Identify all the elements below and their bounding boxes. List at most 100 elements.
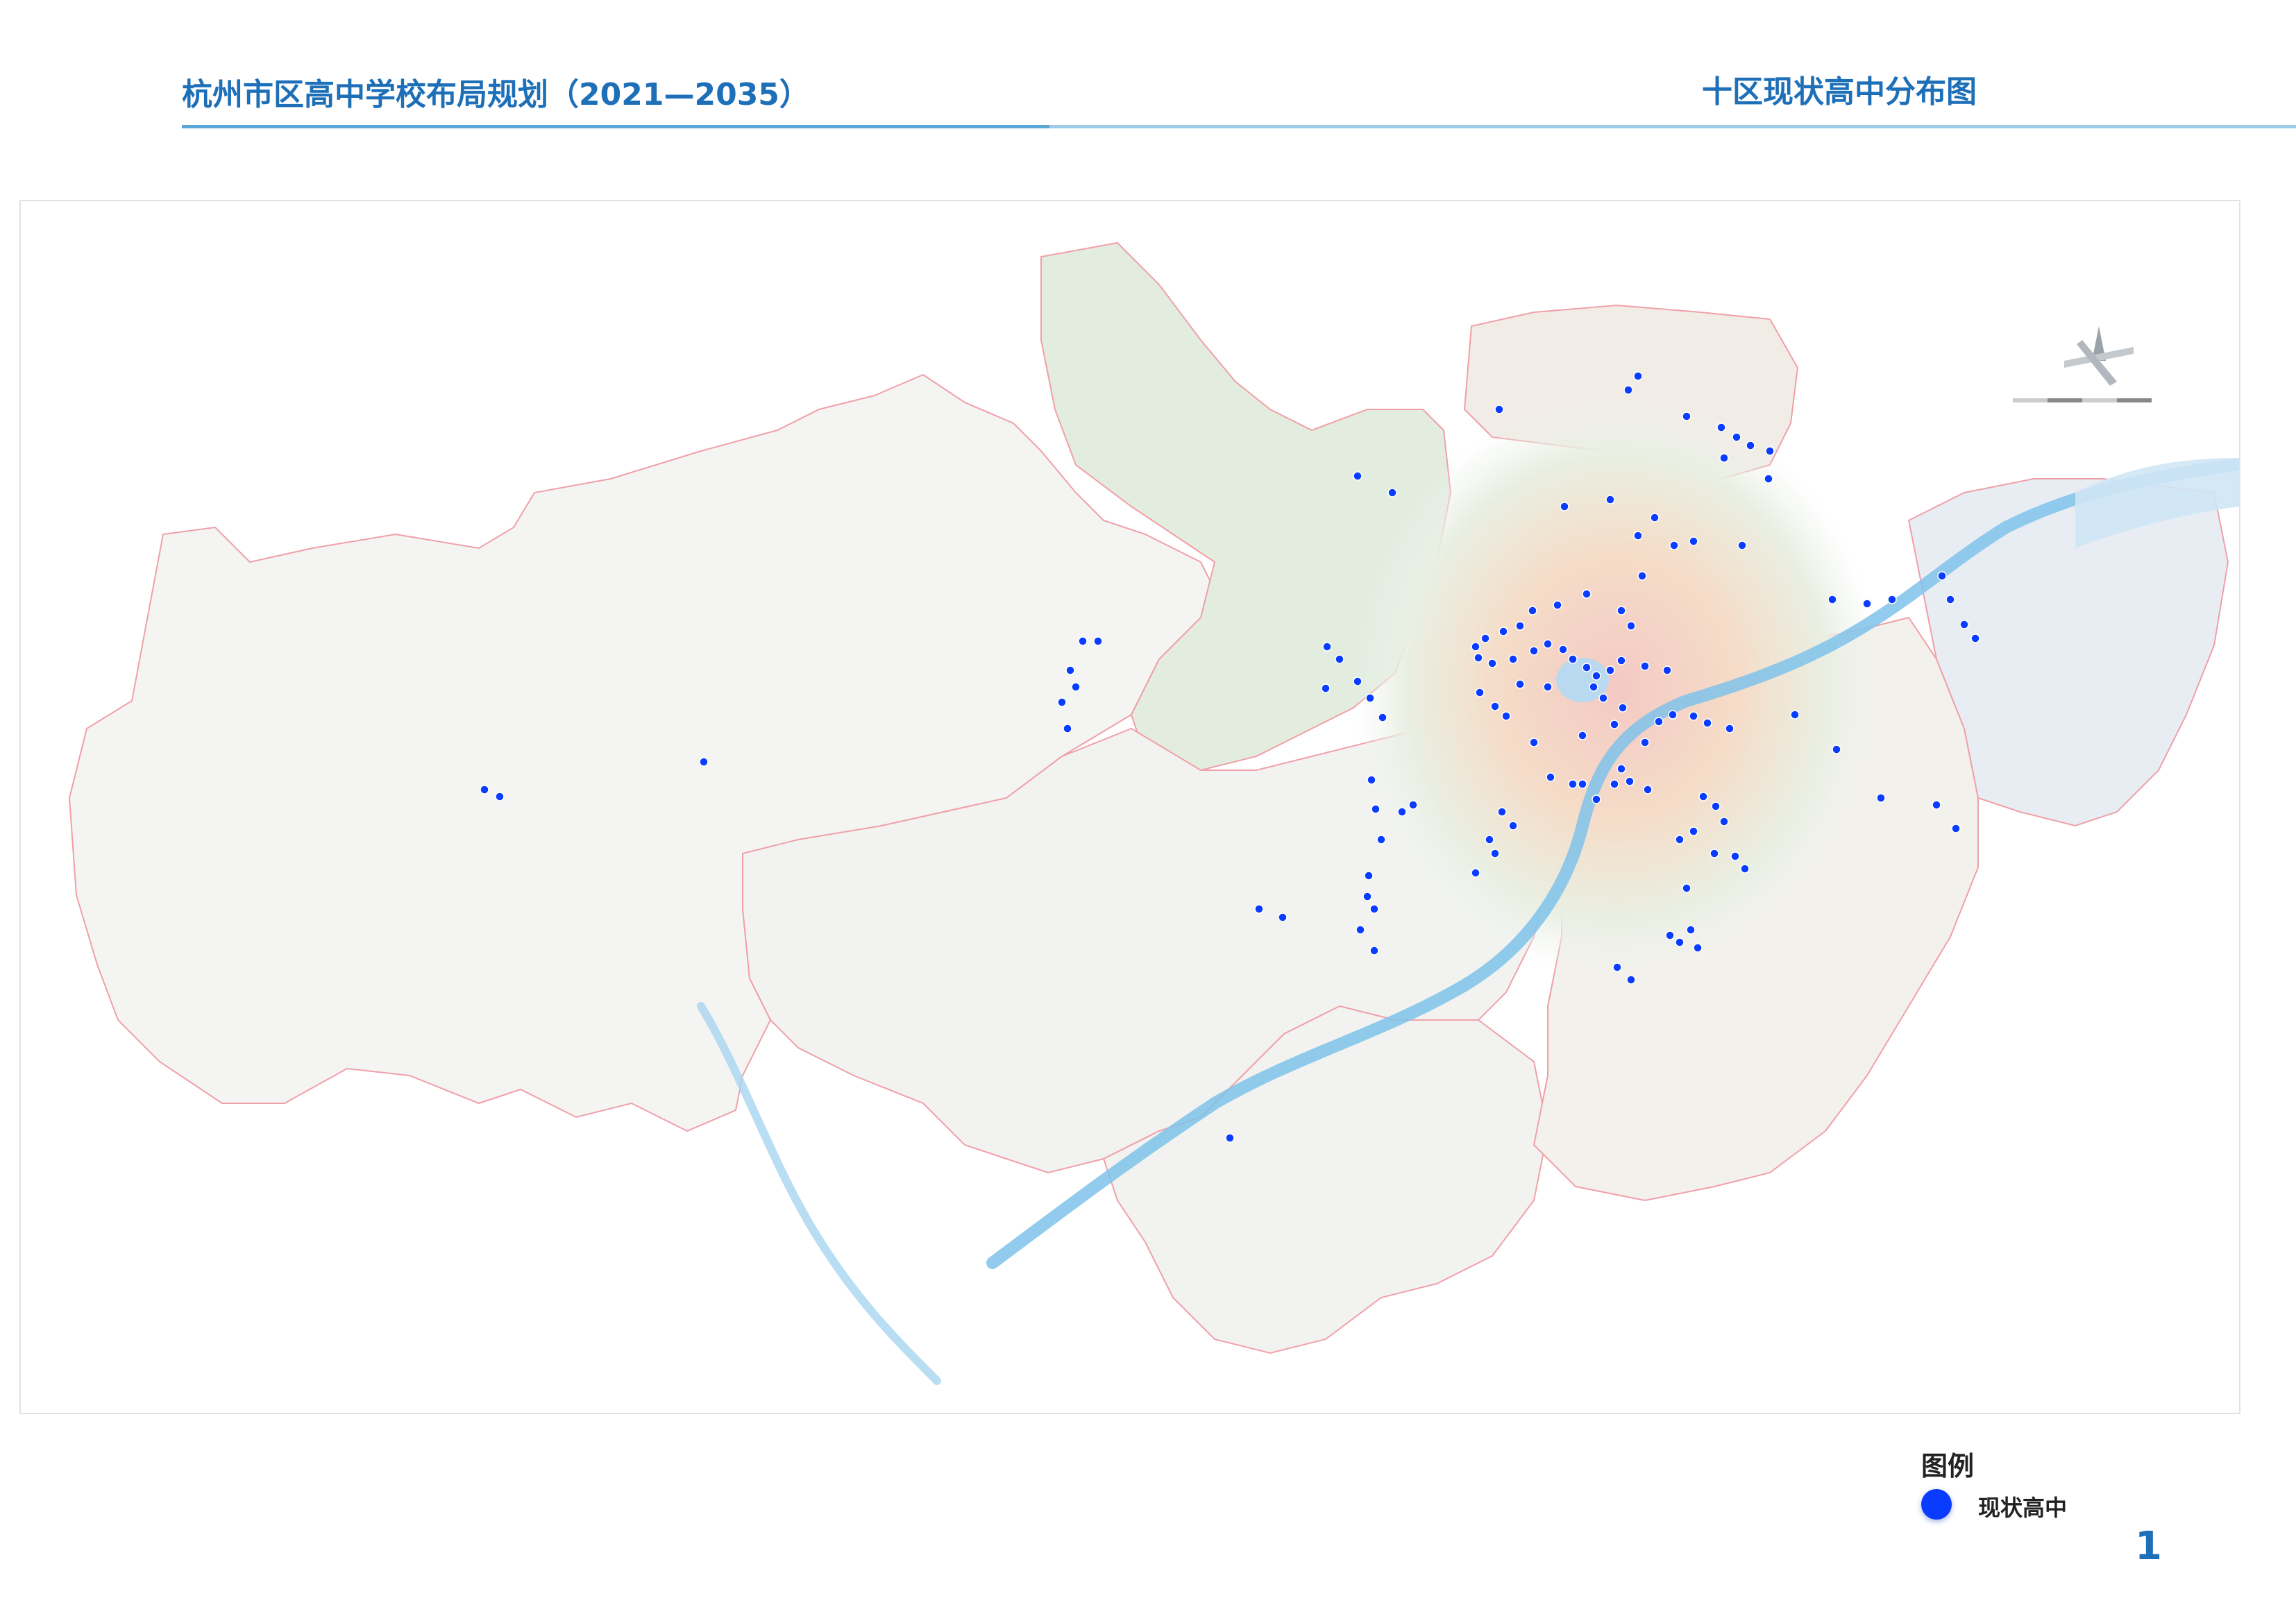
school-marker[interactable] [1365,693,1375,703]
school-marker[interactable] [1716,423,1726,432]
school-marker[interactable] [1970,634,1980,643]
school-marker[interactable] [1485,835,1494,844]
school-marker[interactable] [1710,849,1719,858]
school-marker[interactable] [1612,962,1622,972]
school-marker[interactable] [1515,679,1525,689]
school-marker[interactable] [1335,654,1344,664]
school-marker[interactable] [1471,868,1480,878]
school-marker[interactable] [1689,536,1698,546]
school-marker[interactable] [1654,717,1664,726]
school-marker[interactable] [1378,713,1387,722]
school-marker[interactable] [1637,571,1647,581]
school-marker[interactable] [1568,779,1578,789]
map-frame[interactable] [19,200,2240,1414]
school-marker[interactable] [1625,776,1635,786]
school-marker[interactable] [1278,912,1288,922]
school-marker[interactable] [1387,488,1397,498]
school-marker[interactable] [1887,595,1897,604]
school-marker[interactable] [1490,849,1500,858]
school-marker[interactable] [1367,775,1376,785]
school-marker[interactable] [1623,385,1633,395]
school-marker[interactable] [1693,943,1703,953]
school-marker[interactable] [1474,653,1483,663]
school-marker[interactable] [1582,663,1592,672]
school-marker[interactable] [1546,772,1555,782]
school-marker[interactable] [1515,621,1525,631]
school-marker[interactable] [1618,703,1628,713]
school-marker[interactable] [1633,371,1643,381]
school-marker[interactable] [1397,807,1407,817]
school-marker[interactable] [1475,688,1485,697]
district-map[interactable] [21,201,2239,1413]
school-marker[interactable] [1529,646,1539,656]
school-marker[interactable] [1737,541,1747,550]
school-marker[interactable] [1353,677,1362,686]
school-marker[interactable] [1698,792,1708,801]
school-marker[interactable] [1951,824,1961,833]
school-marker[interactable] [1543,639,1553,649]
school-marker[interactable] [1610,720,1619,729]
school-marker[interactable] [1369,946,1379,955]
school-marker[interactable] [1356,925,1365,935]
school-marker[interactable] [1605,665,1615,675]
school-marker[interactable] [1669,541,1679,550]
school-marker[interactable] [1640,738,1650,747]
school-marker[interactable] [1497,807,1507,817]
school-marker[interactable] [1376,835,1386,844]
school-marker[interactable] [1959,620,1969,629]
school-marker[interactable] [1675,835,1685,844]
school-marker[interactable] [480,785,489,794]
school-marker[interactable] [1362,892,1372,901]
school-marker[interactable] [1945,595,1955,604]
school-marker[interactable] [1501,711,1511,721]
school-marker[interactable] [1650,513,1660,522]
school-marker[interactable] [1764,474,1773,484]
school-marker[interactable] [699,757,709,767]
school-marker[interactable] [1719,817,1729,826]
school-marker[interactable] [1732,432,1741,442]
school-marker[interactable] [1553,600,1562,610]
school-marker[interactable] [1063,724,1072,733]
school-marker[interactable] [1746,441,1755,450]
school-marker[interactable] [1508,821,1518,831]
school-marker[interactable] [1689,711,1698,721]
school-marker[interactable] [1668,710,1678,720]
school-marker[interactable] [1508,654,1518,664]
school-marker[interactable] [1682,411,1691,421]
school-marker[interactable] [1626,621,1636,631]
school-marker[interactable] [1487,658,1497,668]
school-marker[interactable] [1626,975,1636,985]
school-marker[interactable] [1689,826,1698,836]
school-marker[interactable] [1937,571,1947,581]
school-marker[interactable] [1490,702,1500,711]
school-marker[interactable] [1071,682,1081,692]
school-marker[interactable] [1640,661,1650,671]
school-marker[interactable] [1876,793,1886,803]
school-marker[interactable] [1643,785,1653,794]
school-marker[interactable] [1408,800,1418,810]
school-marker[interactable] [1578,779,1587,789]
school-marker[interactable] [1932,800,1941,810]
school-marker[interactable] [1568,654,1578,664]
school-marker[interactable] [1617,606,1626,615]
school-marker[interactable] [1371,804,1381,814]
school-marker[interactable] [1832,745,1841,754]
school-marker[interactable] [1225,1133,1235,1143]
school-marker[interactable] [1719,453,1729,463]
school-marker[interactable] [1369,904,1379,914]
school-marker[interactable] [1471,642,1480,652]
school-marker[interactable] [1494,405,1504,414]
school-marker[interactable] [1703,718,1712,728]
school-marker[interactable] [495,792,505,801]
school-marker[interactable] [1662,665,1672,675]
school-marker[interactable] [1529,738,1539,747]
school-marker[interactable] [1725,724,1734,733]
school-marker[interactable] [1765,446,1775,456]
school-marker[interactable] [1578,731,1587,740]
school-marker[interactable] [1499,627,1508,636]
school-marker[interactable] [1862,599,1872,609]
school-marker[interactable] [1364,871,1374,881]
school-marker[interactable] [1528,606,1537,615]
school-marker[interactable] [1322,642,1332,652]
school-marker[interactable] [1740,864,1750,874]
